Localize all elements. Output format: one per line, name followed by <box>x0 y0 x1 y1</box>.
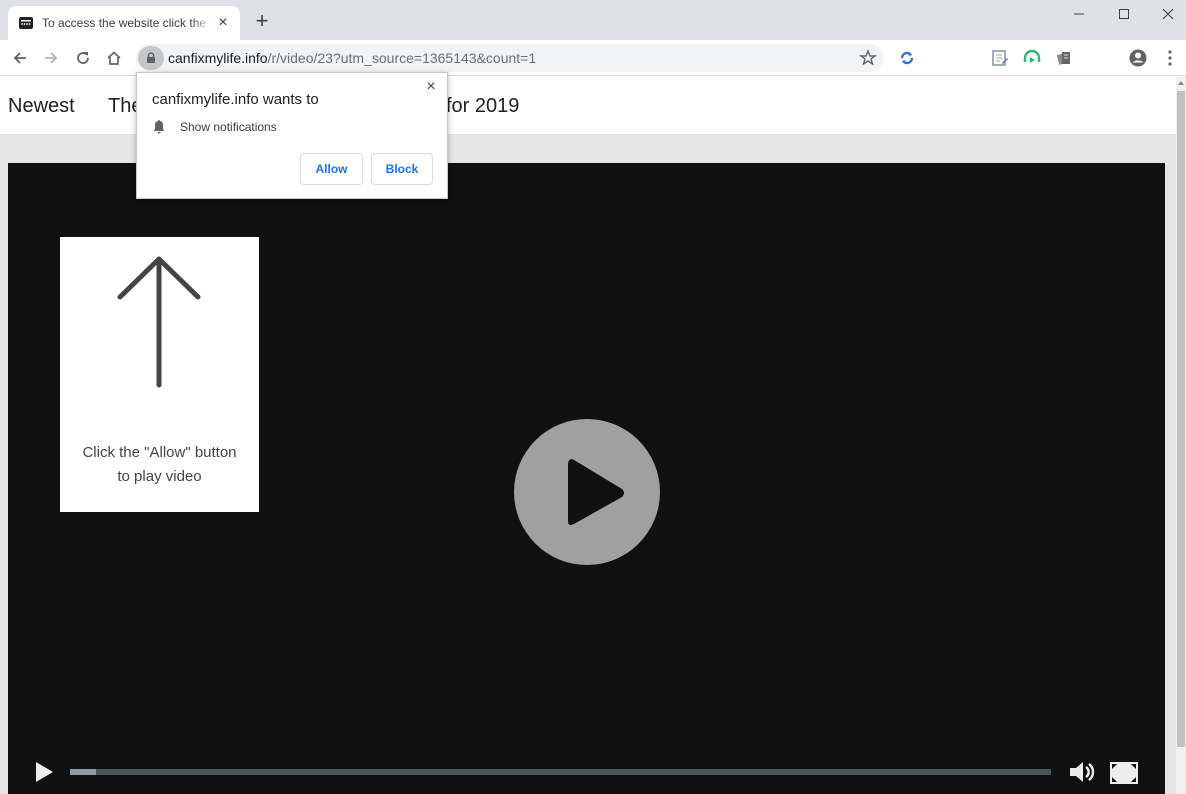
big-play-button[interactable] <box>514 419 660 565</box>
permission-label: Show notifications <box>180 119 277 134</box>
maximize-button[interactable] <box>1101 0 1147 28</box>
play-icon[interactable] <box>34 761 54 783</box>
hint-line-2: to play video <box>117 468 202 485</box>
forward-arrow-icon <box>45 52 58 64</box>
scrollbar-thumb[interactable] <box>1177 91 1185 747</box>
account-circle-icon[interactable] <box>1128 48 1148 68</box>
tab-title: To access the website click the "Allow" … <box>42 16 212 30</box>
vertical-scrollbar[interactable] <box>1176 77 1186 794</box>
site-info-button[interactable] <box>138 46 164 70</box>
reload-button[interactable] <box>71 46 95 70</box>
notes-extension-icon[interactable] <box>990 48 1010 68</box>
home-icon <box>107 51 121 65</box>
star-icon[interactable] <box>858 48 878 68</box>
dialog-close-icon[interactable]: × <box>423 79 439 95</box>
url-text[interactable]: canfixmylife.info/r/video/23?utm_source=… <box>168 50 536 66</box>
video-player[interactable]: Click the "Allow" button to play video <box>8 163 1165 794</box>
back-arrow-icon <box>13 52 26 64</box>
allow-hint-text: Click the "Allow" button to play video <box>60 441 259 489</box>
more-vert-icon[interactable] <box>1160 48 1180 68</box>
caret-up-icon <box>1178 81 1184 85</box>
tab-close-icon[interactable]: × <box>214 14 232 32</box>
new-tab-button[interactable]: + <box>251 10 273 32</box>
permission-row: Show notifications <box>152 119 277 134</box>
close-icon <box>1162 8 1174 20</box>
dialog-title: canfixmylife.info wants to <box>152 91 319 108</box>
arrow-up-icon <box>117 256 201 388</box>
play-circle-icon <box>568 459 624 525</box>
site-favicon <box>19 17 33 29</box>
sync-extension-icon[interactable] <box>897 48 917 68</box>
nav-link-2019[interactable]: for 2019 <box>446 95 519 118</box>
url-domain: canfixmylife.info <box>168 50 268 66</box>
address-bar[interactable]: canfixmylife.info/r/video/23?utm_source=… <box>136 44 884 72</box>
back-button[interactable] <box>8 46 32 70</box>
browser-toolbar: canfixmylife.info/r/video/23?utm_source=… <box>0 40 1186 76</box>
allow-hint-card: Click the "Allow" button to play video <box>60 237 259 512</box>
reload-icon <box>77 52 89 64</box>
hint-line-1: Click the "Allow" button <box>82 444 237 461</box>
url-path: /r/video/23?utm_source=1365143&count=1 <box>267 50 537 66</box>
block-button[interactable]: Block <box>371 153 433 185</box>
minimize-button[interactable] <box>1056 0 1102 28</box>
lock-icon <box>147 52 155 63</box>
allow-button[interactable]: Allow <box>300 153 363 185</box>
volume-icon[interactable] <box>1068 760 1098 784</box>
forward-button[interactable] <box>39 46 63 70</box>
maximize-icon <box>1119 9 1129 19</box>
minimize-icon <box>1074 13 1084 15</box>
home-button[interactable] <box>102 46 126 70</box>
progress-bar[interactable] <box>70 769 1051 775</box>
headphones-extension-icon[interactable] <box>1022 48 1042 68</box>
fullscreen-icon[interactable] <box>1110 762 1138 784</box>
tab-strip: To access the website click the "Allow" … <box>0 0 1186 40</box>
browser-tab[interactable]: To access the website click the "Allow" … <box>8 6 240 40</box>
notification-permission-dialog: canfixmylife.info wants to × Show notifi… <box>136 72 448 199</box>
stack-extension-icon[interactable] <box>1054 48 1074 68</box>
nav-link-newest[interactable]: Newest <box>8 95 75 118</box>
close-window-button[interactable] <box>1145 0 1186 28</box>
bell-icon <box>153 120 165 134</box>
scroll-up-arrow[interactable] <box>1176 77 1186 89</box>
progress-fill <box>70 769 97 775</box>
